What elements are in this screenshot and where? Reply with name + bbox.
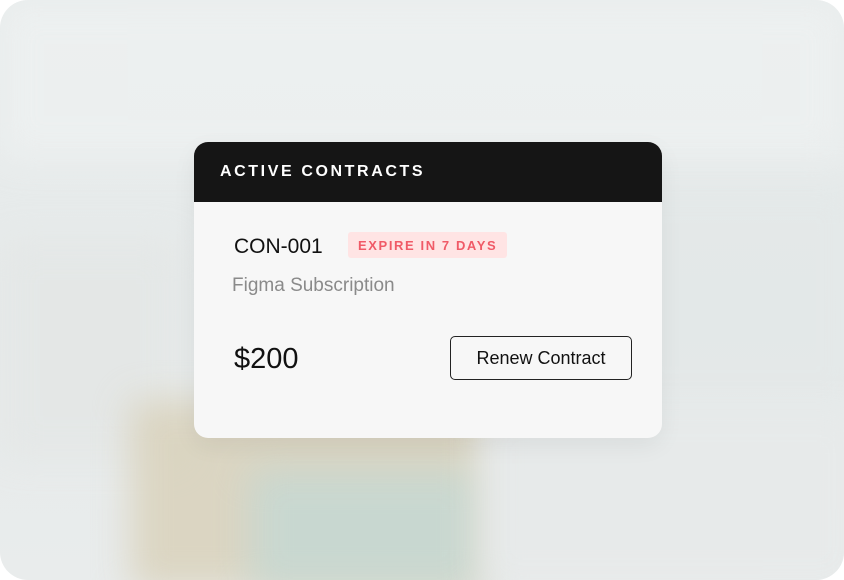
background-blur bbox=[250, 470, 480, 580]
contract-subtitle: Figma Subscription bbox=[232, 275, 395, 296]
contract-id: CON-001 bbox=[234, 235, 323, 258]
card-body: CON-001 EXPIRE IN 7 DAYS Figma Subscript… bbox=[194, 202, 662, 438]
card-header: ACTIVE CONTRACTS bbox=[194, 142, 662, 202]
background-blur bbox=[0, 0, 844, 160]
contract-card: ACTIVE CONTRACTS CON-001 EXPIRE IN 7 DAY… bbox=[194, 142, 662, 438]
renew-contract-button[interactable]: Renew Contract bbox=[450, 336, 632, 380]
status-badge: EXPIRE IN 7 DAYS bbox=[348, 232, 508, 258]
card-title: ACTIVE CONTRACTS bbox=[220, 163, 426, 180]
background-frame: ACTIVE CONTRACTS CON-001 EXPIRE IN 7 DAY… bbox=[0, 0, 844, 580]
contract-price: $200 bbox=[234, 343, 299, 375]
